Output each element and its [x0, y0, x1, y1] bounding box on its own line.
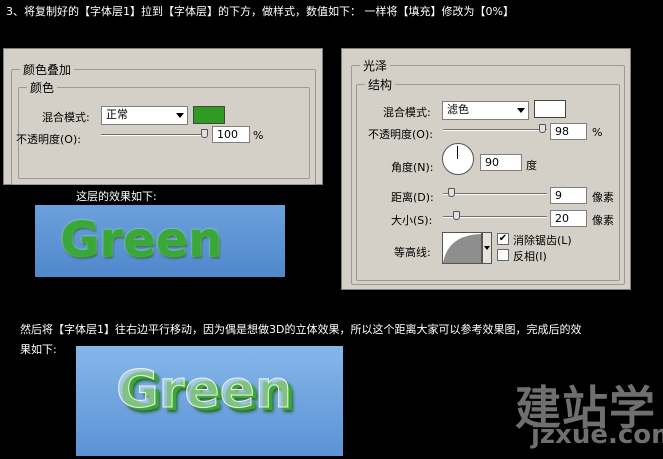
- satin-title: 光泽: [363, 59, 388, 73]
- size-label: 大小(S):: [391, 214, 433, 227]
- contour-label: 等高线:: [394, 246, 431, 259]
- opacity-slider-track[interactable]: [101, 134, 207, 136]
- distance-label: 距离(D):: [391, 191, 434, 204]
- watermark-url: jzxue.com: [531, 420, 663, 450]
- satin-opacity-slider-track[interactable]: [443, 129, 547, 131]
- satin-opacity-unit: %: [592, 126, 603, 139]
- opacity-label: 不透明度(O):: [16, 133, 81, 146]
- contour-curve-icon: [443, 234, 481, 263]
- size-input[interactable]: 20: [550, 210, 587, 227]
- color-overlay-title: 颜色叠加: [23, 63, 72, 77]
- opacity-unit: %: [253, 129, 264, 142]
- distance-unit: 像素: [592, 191, 614, 204]
- blend-mode-value: 正常: [106, 108, 128, 121]
- satin-blend-label: 混合模式:: [383, 106, 431, 119]
- invert-checkbox[interactable]: [497, 249, 509, 261]
- color-section-title: 颜色: [30, 81, 55, 95]
- satin-opacity-slider-thumb[interactable]: [539, 124, 546, 133]
- opacity-slider-thumb[interactable]: [201, 129, 208, 138]
- contour-dropdown-button[interactable]: [482, 232, 492, 264]
- angle-label: 角度(N):: [391, 161, 434, 174]
- angle-input[interactable]: 90: [480, 154, 522, 171]
- effect-preview-2: Green: [76, 346, 343, 456]
- distance-slider-track[interactable]: [443, 193, 547, 195]
- distance-input[interactable]: 9: [550, 187, 587, 204]
- anti-alias-checkbox[interactable]: ✔: [497, 233, 509, 245]
- opacity-input[interactable]: 100: [212, 126, 250, 143]
- angle-dial-needle: [457, 146, 458, 159]
- move-instruction-line1: 然后将【字体层1】往右边平行移动，因为偶是想做3D的立体效果，所以这个距离大家可…: [20, 323, 582, 336]
- preview-word-1: Green: [60, 212, 223, 268]
- contour-picker[interactable]: [442, 232, 482, 264]
- step-intro-text: 3、将复制好的【字体层1】拉到【字体层】的下方，做样式，数值如下： 一样将【填充…: [6, 5, 514, 18]
- anti-alias-label: 消除锯齿(L): [513, 234, 572, 247]
- move-instruction-line2: 果如下:: [20, 343, 57, 356]
- chevron-down-icon: [176, 113, 184, 118]
- size-unit: 像素: [592, 214, 614, 227]
- satin-blend-select[interactable]: 滤色: [442, 101, 529, 120]
- blend-mode-label: 混合模式:: [42, 111, 90, 124]
- satin-panel: 光泽 结构 混合模式: 滤色 不透明度(O): 98 % 角度(N): 90 度…: [341, 48, 631, 290]
- layer-effect-caption: 这层的效果如下:: [76, 190, 157, 203]
- angle-dial[interactable]: [442, 143, 474, 175]
- color-section-group: 颜色: [18, 79, 310, 179]
- structure-title: 结构: [368, 78, 393, 92]
- distance-slider-thumb[interactable]: [448, 188, 455, 197]
- satin-opacity-label: 不透明度(O):: [368, 128, 433, 141]
- angle-unit: 度: [526, 159, 537, 172]
- satin-color-swatch[interactable]: [534, 100, 566, 118]
- blend-mode-select[interactable]: 正常: [101, 106, 188, 125]
- overlay-color-swatch[interactable]: [193, 106, 225, 124]
- chevron-down-icon: [484, 246, 490, 250]
- invert-label: 反相(I): [513, 250, 547, 263]
- chevron-down-icon: [517, 108, 525, 113]
- size-slider-thumb[interactable]: [453, 211, 460, 220]
- satin-blend-value: 滤色: [447, 103, 469, 116]
- effect-preview-1: Green: [35, 205, 285, 277]
- satin-opacity-input[interactable]: 98: [550, 123, 587, 140]
- preview-word-2: Green: [116, 360, 293, 421]
- color-overlay-panel: 颜色叠加 颜色 混合模式: 正常 不透明度(O): 100 %: [3, 48, 323, 185]
